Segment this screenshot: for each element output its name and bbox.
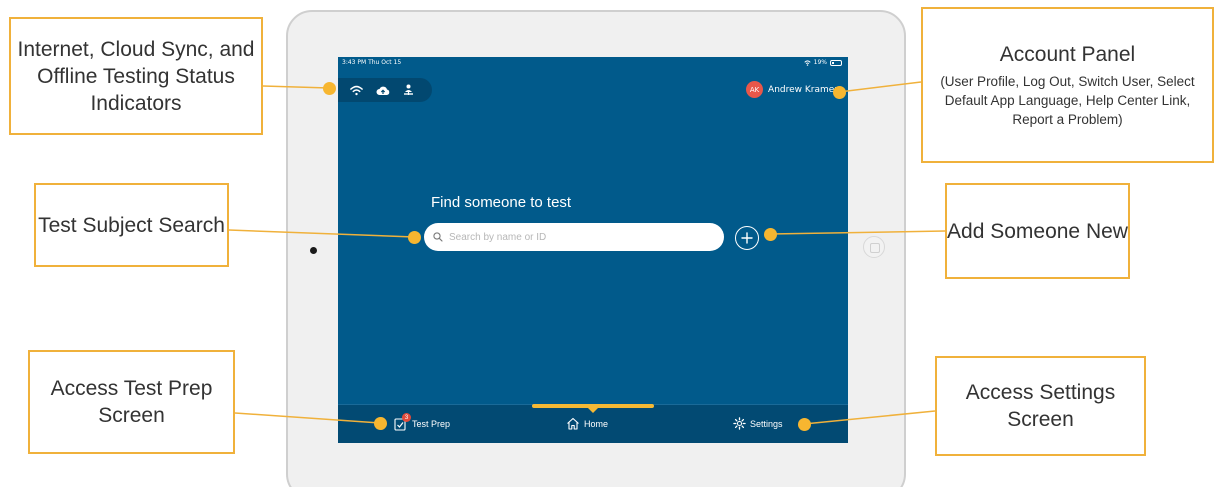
search-input[interactable] bbox=[449, 231, 709, 243]
account-name: Andrew Kramer bbox=[768, 84, 838, 95]
tab-test-prep-label: Test Prep bbox=[412, 419, 451, 429]
status-right: 19% bbox=[804, 57, 842, 69]
callout-test-subject-search: Test Subject Search bbox=[34, 183, 229, 267]
plus-icon bbox=[741, 232, 753, 244]
tab-settings-label: Settings bbox=[750, 418, 783, 429]
add-someone-button[interactable] bbox=[735, 226, 759, 250]
hardware-home-button[interactable] bbox=[863, 236, 885, 258]
callout-add-title: Add Someone New bbox=[947, 219, 1128, 243]
status-bar: 3:43 PM Thu Oct 15 19% bbox=[338, 57, 848, 69]
callout-search-title: Test Subject Search bbox=[38, 213, 225, 237]
cloud-upload-icon[interactable] bbox=[376, 85, 390, 96]
status-indicators[interactable] bbox=[338, 78, 432, 102]
callout-prep-title: Access Test Prep Screen bbox=[50, 377, 213, 427]
callout-status-indicators: Internet, Cloud Sync, and Offline Testin… bbox=[9, 17, 263, 135]
account-callout-dot bbox=[833, 86, 846, 99]
callout-account-subtitle: (User Profile, Log Out, Switch User, Sel… bbox=[940, 74, 1195, 127]
bottom-tab-bar: 3 Test Prep Home Settings bbox=[338, 404, 848, 443]
search-callout-dot bbox=[408, 231, 421, 244]
test-prep-icon-wrap: 3 bbox=[394, 413, 411, 431]
status-time: 3:43 PM Thu Oct 15 bbox=[342, 59, 402, 66]
callout-account-title: Account Panel bbox=[999, 43, 1136, 66]
camera-dot bbox=[310, 247, 317, 254]
active-tab-indicator bbox=[532, 404, 654, 413]
callout-status-title: Internet, Cloud Sync, and Offline Testin… bbox=[17, 37, 255, 115]
account-panel-button[interactable]: AK Andrew Kramer bbox=[746, 81, 838, 98]
callout-account-panel: Account Panel (User Profile, Log Out, Sw… bbox=[921, 7, 1214, 163]
wifi-status-icon bbox=[804, 60, 811, 66]
add-callout-dot bbox=[764, 228, 777, 241]
wifi-icon[interactable] bbox=[350, 85, 363, 96]
tab-test-prep[interactable]: 3 Test Prep bbox=[394, 413, 451, 431]
offline-testing-icon[interactable] bbox=[403, 84, 414, 96]
avatar: AK bbox=[746, 81, 764, 98]
gear-icon bbox=[733, 417, 746, 430]
callout-access-settings: Access Settings Screen bbox=[935, 356, 1146, 456]
search-icon bbox=[433, 232, 443, 242]
status-callout-dot bbox=[323, 82, 336, 95]
callout-settings-title: Access Settings Screen bbox=[965, 381, 1116, 431]
tab-settings[interactable]: Settings bbox=[733, 417, 783, 430]
search-bar[interactable] bbox=[424, 223, 724, 251]
app-screen: 3:43 PM Thu Oct 15 19% AK Andrew Kramer … bbox=[338, 57, 848, 443]
test-prep-badge: 3 bbox=[402, 413, 411, 422]
tab-home-label: Home bbox=[584, 418, 609, 429]
settings-callout-dot bbox=[798, 418, 811, 431]
home-icon bbox=[567, 417, 579, 430]
prep-callout-dot bbox=[374, 417, 387, 430]
callout-add-someone-new: Add Someone New bbox=[945, 183, 1130, 279]
tab-home[interactable]: Home bbox=[566, 417, 608, 430]
battery-icon bbox=[830, 60, 842, 66]
callout-access-test-prep: Access Test Prep Screen bbox=[28, 350, 235, 454]
page-title: Find someone to test bbox=[431, 194, 572, 211]
battery-percent: 19% bbox=[813, 59, 827, 66]
